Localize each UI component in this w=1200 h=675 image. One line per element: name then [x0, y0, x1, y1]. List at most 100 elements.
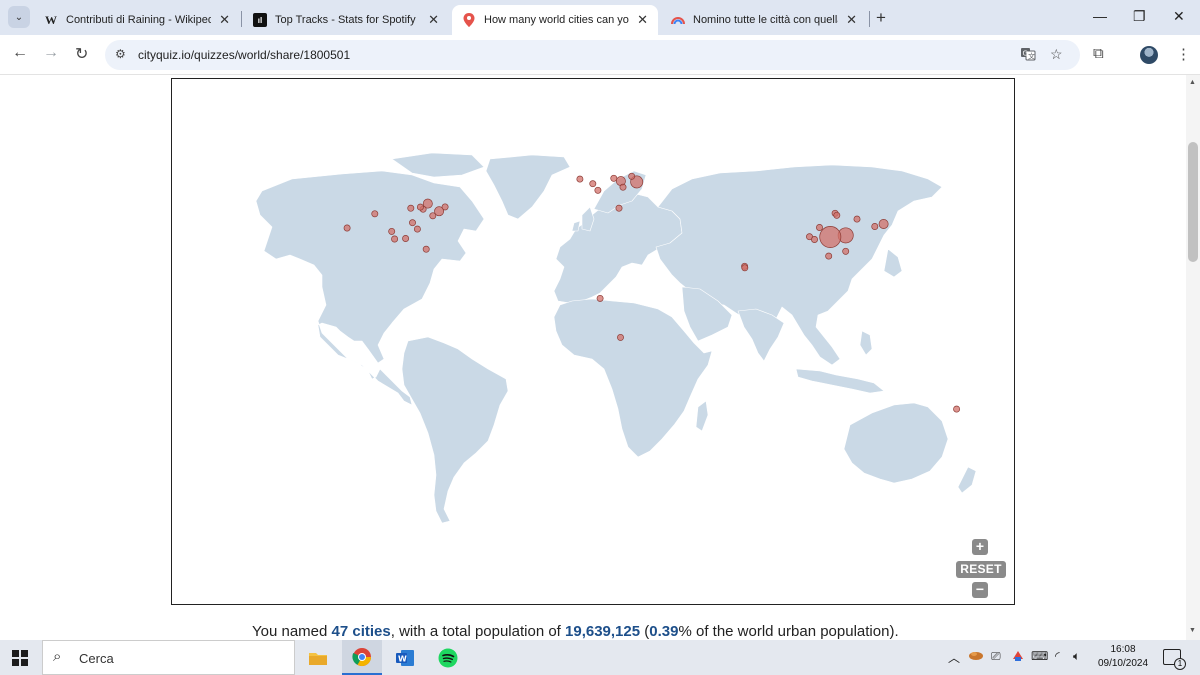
page-content: + RESET − You named 47 cities, with a to… — [0, 75, 1186, 640]
app-tray-icon[interactable] — [1011, 649, 1025, 666]
philippines-islands — [859, 330, 873, 356]
taskbar-search[interactable]: ⌕ Cerca — [42, 640, 295, 675]
page-scrollbar[interactable]: ▲ ▼ — [1186, 75, 1200, 640]
close-tab-icon[interactable]: ✕ — [219, 12, 230, 28]
city-marker[interactable] — [871, 223, 879, 230]
tab-search-button[interactable]: ⌄ — [8, 6, 30, 28]
profile-avatar[interactable] — [1140, 46, 1158, 64]
city-marker[interactable] — [589, 180, 597, 188]
menu-kebab-icon[interactable]: ⋮ — [1176, 45, 1191, 63]
back-icon[interactable]: ← — [12, 44, 28, 62]
tab-divider — [241, 11, 242, 27]
map-pin-icon — [462, 13, 476, 27]
zoom-out-button[interactable]: − — [972, 582, 988, 598]
city-marker[interactable] — [409, 219, 416, 227]
notifications-icon[interactable]: 1 — [1163, 649, 1186, 670]
city-marker[interactable] — [878, 219, 889, 229]
city-marker[interactable] — [953, 405, 961, 413]
reload-icon[interactable]: ↻ — [75, 44, 88, 64]
city-marker[interactable] — [407, 204, 415, 212]
word-icon[interactable]: W — [385, 640, 425, 675]
city-marker[interactable] — [617, 333, 624, 341]
svg-text:文: 文 — [1028, 52, 1035, 61]
address-bar[interactable]: ⚙ cityquiz.io/quizzes/world/share/180050… — [105, 40, 1080, 70]
clock-date: 09/10/2024 — [1097, 658, 1149, 669]
tab-spotify-stats[interactable]: ıl Top Tracks - Stats for Spotify ✕ — [243, 5, 449, 35]
search-icon: ⌕ — [53, 648, 62, 665]
city-marker[interactable] — [853, 215, 861, 223]
tab-cityquiz[interactable]: How many world cities can you name? ✕ — [452, 5, 658, 35]
city-marker[interactable] — [833, 211, 841, 219]
chrome-icon[interactable] — [342, 640, 382, 675]
city-marker[interactable] — [371, 210, 379, 218]
forward-icon[interactable]: → — [43, 44, 59, 62]
map-canvas[interactable] — [172, 79, 1014, 604]
city-marker[interactable] — [610, 174, 618, 182]
translate-icon[interactable]: G文 — [1020, 46, 1036, 65]
city-marker[interactable] — [741, 264, 749, 272]
city-marker[interactable] — [816, 224, 823, 231]
city-marker[interactable] — [413, 225, 421, 233]
tab-title: How many world cities can you name? — [484, 14, 629, 26]
tab-title: Contributi di Raining - Wikipedia — [66, 14, 212, 26]
city-marker[interactable] — [819, 226, 842, 248]
rainbow-icon — [671, 13, 685, 27]
close-tab-icon[interactable]: ✕ — [637, 12, 648, 28]
city-marker[interactable] — [391, 235, 399, 243]
input-method-icon[interactable]: ⌨ — [1031, 649, 1048, 663]
tab-nomino[interactable]: Nomino tutte le città con quella ✕ — [661, 5, 867, 35]
city-marker[interactable] — [811, 236, 818, 243]
city-marker[interactable] — [422, 245, 430, 253]
spotify-icon[interactable] — [428, 640, 468, 675]
summary-suffix: % of the world urban population). — [678, 623, 899, 640]
new-zealand-islands — [957, 466, 977, 494]
city-marker[interactable] — [842, 247, 850, 255]
url-text[interactable]: cityquiz.io/quizzes/world/share/1800501 — [138, 48, 350, 62]
city-marker[interactable] — [416, 203, 424, 211]
zoom-in-button[interactable]: + — [972, 539, 988, 555]
city-marker[interactable] — [628, 172, 636, 180]
tab-wikipedia[interactable]: W Contributi di Raining - Wikipedia ✕ — [34, 5, 240, 35]
scrollbar-thumb[interactable] — [1188, 142, 1198, 262]
city-marker[interactable] — [619, 183, 627, 191]
bookmark-star-icon[interactable]: ☆ — [1050, 46, 1063, 63]
close-tab-icon[interactable]: ✕ — [428, 12, 439, 28]
tray-expand-icon[interactable]: ︿ — [948, 649, 960, 666]
cities-count: 47 cities — [331, 623, 391, 640]
city-marker[interactable] — [596, 294, 604, 302]
city-marker[interactable] — [594, 186, 602, 194]
scroll-down-icon[interactable]: ▼ — [1189, 627, 1196, 634]
file-explorer-icon[interactable] — [298, 640, 338, 675]
new-tab-icon[interactable]: + — [876, 8, 886, 28]
scroll-up-icon[interactable]: ▲ — [1189, 79, 1196, 86]
close-window-icon[interactable]: ✕ — [1173, 8, 1185, 25]
tab-divider — [869, 11, 870, 27]
windows-start-icon[interactable] — [12, 650, 28, 666]
city-marker[interactable] — [615, 204, 623, 212]
close-tab-icon[interactable]: ✕ — [846, 12, 857, 28]
city-marker[interactable] — [441, 203, 449, 211]
wifi-icon[interactable]: ◜ — [1055, 649, 1060, 663]
quiz-summary: You named 47 cities, with a total popula… — [252, 623, 899, 640]
restore-icon[interactable]: ❐ — [1133, 8, 1146, 25]
extensions-icon[interactable]: ⧉ — [1093, 45, 1104, 62]
weather-icon[interactable] — [968, 649, 984, 664]
city-marker[interactable] — [343, 224, 351, 232]
city-marker[interactable] — [825, 252, 833, 260]
volume-icon[interactable]: 🔈︎ — [1073, 649, 1080, 664]
world-map[interactable]: + RESET − — [171, 78, 1015, 605]
city-marker[interactable] — [402, 235, 410, 242]
tab-title: Top Tracks - Stats for Spotify — [275, 14, 416, 26]
tab-strip: ⌄ W Contributi di Raining - Wikipedia ✕ … — [0, 0, 1200, 35]
minimize-icon[interactable]: — — [1093, 8, 1107, 24]
site-info-icon[interactable]: ⚙ — [115, 47, 126, 61]
tab-title: Nomino tutte le città con quella — [693, 14, 839, 26]
city-marker[interactable] — [388, 227, 396, 235]
population-percent: 0.39 — [649, 623, 679, 640]
meet-now-icon[interactable]: ⎚ — [991, 649, 1001, 664]
city-marker[interactable] — [429, 212, 437, 220]
city-marker[interactable] — [576, 175, 584, 183]
reset-map-button[interactable]: RESET — [956, 561, 1006, 578]
system-clock[interactable]: 16:08 09/10/2024 — [1094, 643, 1152, 671]
summary-prefix: You named — [252, 623, 332, 640]
